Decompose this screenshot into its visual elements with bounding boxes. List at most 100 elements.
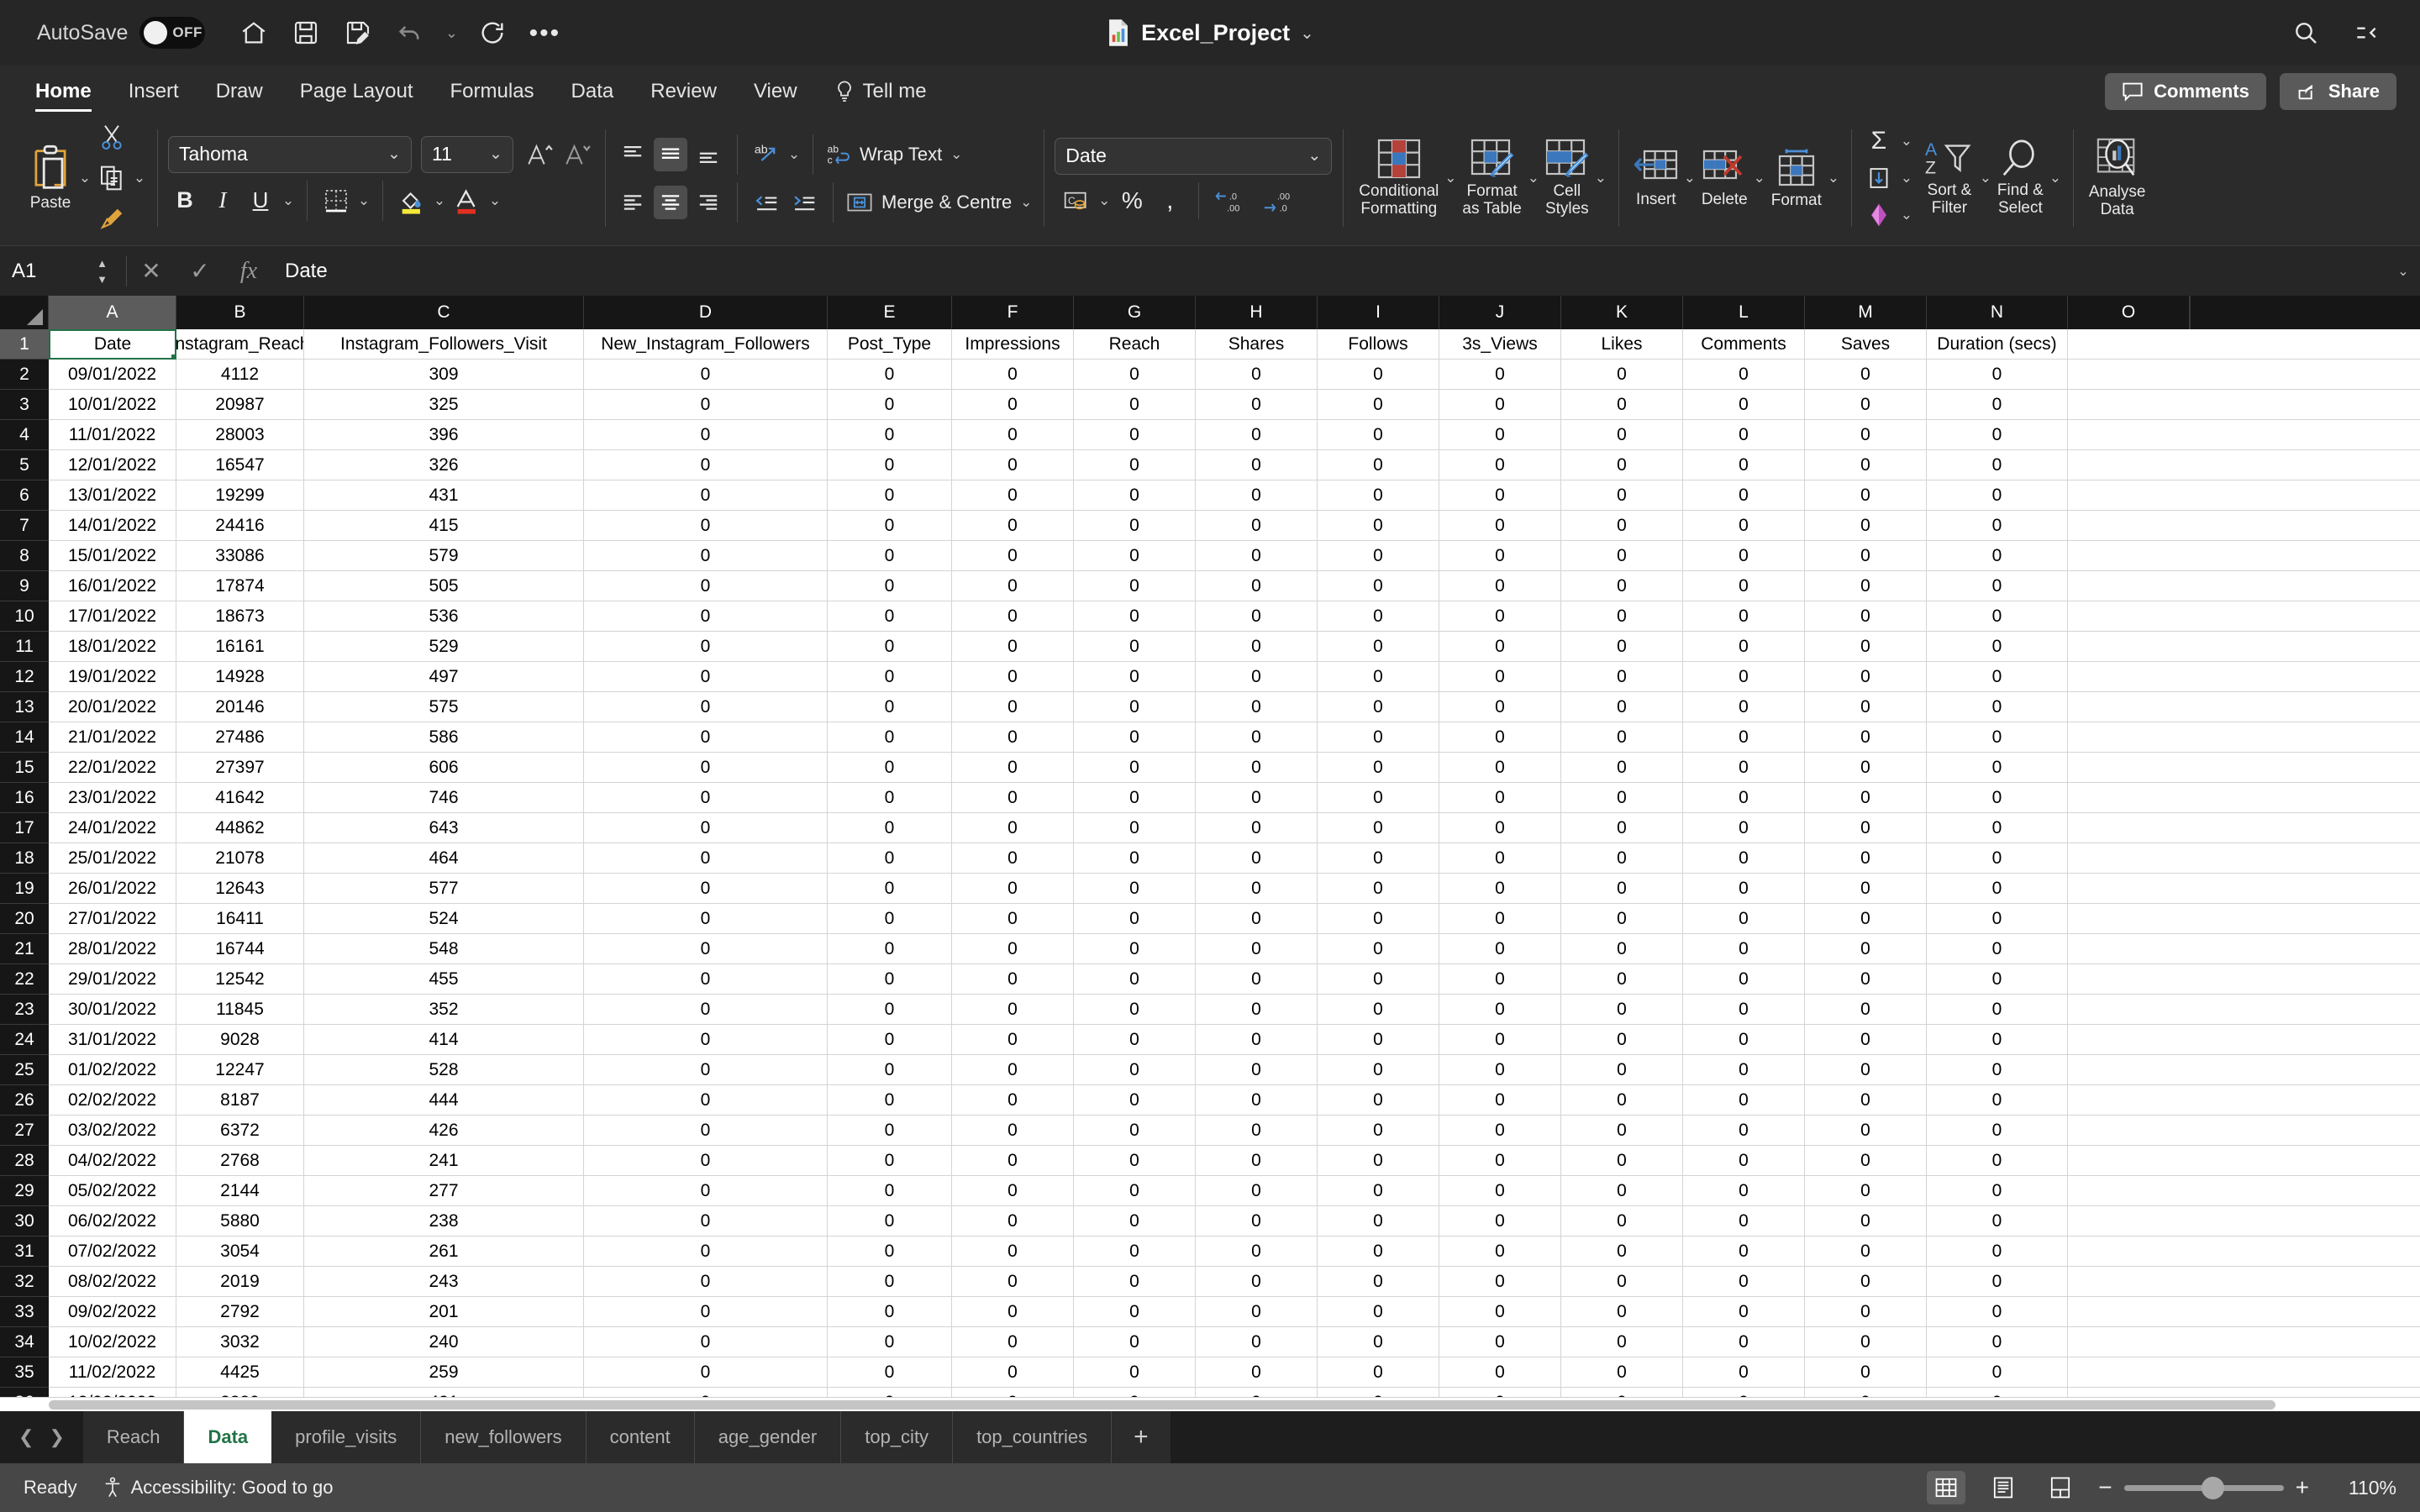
cell-O36[interactable] [2068,1388,2190,1397]
cell-O3[interactable] [2068,390,2190,420]
cell-E13[interactable]: 0 [828,692,952,722]
cell-M18[interactable]: 0 [1805,843,1927,874]
percent-style-button[interactable]: % [1115,184,1149,218]
number-format-select[interactable]: Date ⌄ [1055,137,1333,175]
name-box[interactable]: A1 ▲ ▼ [0,246,126,296]
cell-B1[interactable]: Instagram_Reach [176,329,304,360]
cell-E17[interactable]: 0 [828,813,952,843]
cell-F20[interactable]: 0 [952,904,1074,934]
accounting-chevron-down-icon[interactable]: ⌄ [1097,192,1111,209]
cell-D7[interactable]: 0 [584,511,828,541]
cell-M11[interactable]: 0 [1805,632,1927,662]
page-break-preview-icon[interactable] [2041,1471,2080,1504]
sheet-nav-arrows[interactable]: ❮ ❯ [0,1411,83,1463]
cell-D19[interactable]: 0 [584,874,828,904]
save-icon[interactable] [284,11,328,55]
cell-G26[interactable]: 0 [1074,1085,1196,1116]
tab-insert[interactable]: Insert [110,66,197,118]
row-header-34[interactable]: 34 [0,1327,49,1357]
cell-J27[interactable]: 0 [1439,1116,1561,1146]
cell-H25[interactable]: 0 [1196,1055,1318,1085]
align-center-icon[interactable] [654,185,687,219]
cell-A30[interactable]: 06/02/2022 [49,1206,176,1236]
cell-E11[interactable]: 0 [828,632,952,662]
cell-N33[interactable]: 0 [1927,1297,2068,1327]
cell-L6[interactable]: 0 [1683,480,1805,511]
cell-J4[interactable]: 0 [1439,420,1561,450]
cell-E28[interactable]: 0 [828,1146,952,1176]
cell-M28[interactable]: 0 [1805,1146,1927,1176]
cell-N25[interactable]: 0 [1927,1055,2068,1085]
cell-E19[interactable]: 0 [828,874,952,904]
cell-B29[interactable]: 2144 [176,1176,304,1206]
cell-G16[interactable]: 0 [1074,783,1196,813]
align-middle-icon[interactable] [654,137,687,171]
sheet-tab-top_city[interactable]: top_city [841,1411,954,1463]
cell-K19[interactable]: 0 [1561,874,1683,904]
format-cells-chevron-down-icon[interactable]: ⌄ [1827,170,1840,186]
delete-cells-chevron-down-icon[interactable]: ⌄ [1753,170,1766,186]
formula-input[interactable]: Date [273,260,2386,283]
cell-F19[interactable]: 0 [952,874,1074,904]
cell-L36[interactable]: 0 [1683,1388,1805,1397]
cell-F25[interactable]: 0 [952,1055,1074,1085]
cell-G20[interactable]: 0 [1074,904,1196,934]
cell-K10[interactable]: 0 [1561,601,1683,632]
cell-G32[interactable]: 0 [1074,1267,1196,1297]
copy-chevron-down-icon[interactable]: ⌄ [133,170,146,186]
select-all-corner[interactable] [0,296,49,329]
cell-O1[interactable] [2068,329,2190,360]
cell-G11[interactable]: 0 [1074,632,1196,662]
cell-K11[interactable]: 0 [1561,632,1683,662]
cell-F33[interactable]: 0 [952,1297,1074,1327]
cell-D9[interactable]: 0 [584,571,828,601]
cell-M19[interactable]: 0 [1805,874,1927,904]
cell-styles-button[interactable]: Cell Styles [1540,138,1594,218]
cell-J7[interactable]: 0 [1439,511,1561,541]
cell-J23[interactable]: 0 [1439,995,1561,1025]
cell-A14[interactable]: 21/01/2022 [49,722,176,753]
cell-E18[interactable]: 0 [828,843,952,874]
cell-A28[interactable]: 04/02/2022 [49,1146,176,1176]
cell-L30[interactable]: 0 [1683,1206,1805,1236]
cancel-entry-icon[interactable]: ✕ [127,257,176,285]
cell-I17[interactable]: 0 [1318,813,1439,843]
cell-J28[interactable]: 0 [1439,1146,1561,1176]
cell-F5[interactable]: 0 [952,450,1074,480]
search-icon[interactable] [2284,11,2328,55]
cell-F24[interactable]: 0 [952,1025,1074,1055]
cell-K17[interactable]: 0 [1561,813,1683,843]
cell-M20[interactable]: 0 [1805,904,1927,934]
cell-O5[interactable] [2068,450,2190,480]
autosave-control[interactable]: AutoSave OFF [37,17,206,49]
cell-L17[interactable]: 0 [1683,813,1805,843]
format-cells-button[interactable]: Format [1766,147,1827,210]
cell-O2[interactable] [2068,360,2190,390]
cell-H34[interactable]: 0 [1196,1327,1318,1357]
cell-H31[interactable]: 0 [1196,1236,1318,1267]
cell-G21[interactable]: 0 [1074,934,1196,964]
cell-D22[interactable]: 0 [584,964,828,995]
underline-chevron-down-icon[interactable]: ⌄ [281,192,295,209]
fill-color-chevron-down-icon[interactable]: ⌄ [433,192,446,209]
cell-D32[interactable]: 0 [584,1267,828,1297]
cell-J30[interactable]: 0 [1439,1206,1561,1236]
cell-H35[interactable]: 0 [1196,1357,1318,1388]
cell-B13[interactable]: 20146 [176,692,304,722]
cell-A26[interactable]: 02/02/2022 [49,1085,176,1116]
cell-I8[interactable]: 0 [1318,541,1439,571]
accounting-format-icon[interactable]: C [1060,184,1093,218]
cell-A25[interactable]: 01/02/2022 [49,1055,176,1085]
cell-I2[interactable]: 0 [1318,360,1439,390]
cell-E3[interactable]: 0 [828,390,952,420]
cell-K29[interactable]: 0 [1561,1176,1683,1206]
cell-F21[interactable]: 0 [952,934,1074,964]
more-options-icon[interactable]: ••• [523,11,566,55]
column-header-H[interactable]: H [1196,296,1318,329]
cell-F31[interactable]: 0 [952,1236,1074,1267]
cell-O21[interactable] [2068,934,2190,964]
cell-A2[interactable]: 09/01/2022 [49,360,176,390]
cell-M9[interactable]: 0 [1805,571,1927,601]
cell-E9[interactable]: 0 [828,571,952,601]
zoom-slider[interactable]: − + [2098,1474,2309,1501]
